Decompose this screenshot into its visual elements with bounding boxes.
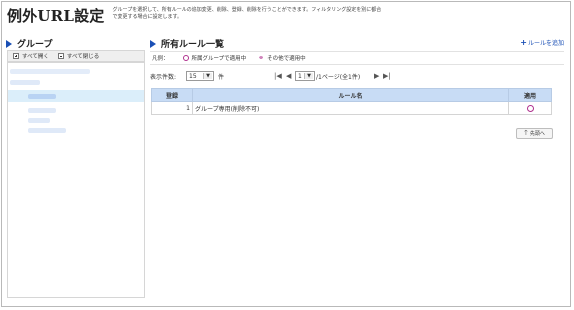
last-page-icon[interactable]: ▶| — [383, 72, 391, 80]
legend-item-group: 所属グループで適用中 — [182, 54, 247, 62]
collapse-all-label: すべて閉じる — [66, 54, 100, 60]
back-to-top-button[interactable]: 🡑 先頭へ — [516, 128, 553, 139]
table-header-row: 登録 ルール名 適用 — [151, 88, 552, 102]
applied-circle-icon — [526, 104, 534, 112]
plus-box-icon — [13, 53, 19, 59]
legend-item-other-label: その他で適用中 — [267, 56, 306, 62]
tree-item-selected-label — [28, 94, 56, 99]
plus-icon: + — [520, 38, 527, 47]
collapse-all-button[interactable]: すべて閉じる — [57, 52, 100, 60]
rows-per-page-unit: 件 — [218, 74, 225, 81]
page-description: グループを選択して、所有ルールの追加変更、削除、登録、削除を行うことができます。… — [112, 7, 382, 20]
expand-all-button[interactable]: すべて開く — [13, 52, 49, 60]
chevron-down-icon: ▼ — [304, 73, 313, 79]
rows-per-page-value: 15 — [189, 72, 197, 80]
chevron-down-icon: ▼ — [203, 73, 212, 79]
page-title: 例外URL設定 — [7, 7, 105, 25]
rows-per-page-label: 表示件数: — [150, 74, 177, 81]
list-controls: 表示件数: 15 ▼ 件 |◀ ◀ 1 ▼ /1ページ(全1件) ▶ ▶| — [150, 71, 564, 83]
link-icon: ⚭ — [258, 53, 265, 62]
row-number: 1 — [151, 101, 193, 115]
add-rule-label: ルールを追加 — [527, 40, 564, 47]
circle-icon — [182, 55, 189, 61]
page-select[interactable]: 1 ▼ — [295, 71, 315, 81]
legend-label: 凡例： — [152, 56, 169, 62]
table-row[interactable]: 1 グループ専用(削除不可) — [151, 101, 552, 115]
minus-box-icon — [57, 53, 64, 59]
rules-table: 登録 ルール名 適用 1 グループ専用(削除不可) — [151, 88, 552, 115]
page-select-value: 1 — [298, 72, 302, 80]
tree-toolbar: すべて開く すべて閉じる — [7, 50, 145, 62]
tree-item[interactable] — [28, 118, 50, 123]
tree-item[interactable] — [28, 128, 66, 133]
rule-name-cell[interactable]: グループ専用(削除不可) — [192, 101, 509, 115]
back-to-top-label: 先頭へ — [529, 131, 545, 137]
page-info: /1ページ(全1件) — [316, 74, 361, 81]
legend-item-group-label: 所属グループで適用中 — [191, 56, 247, 62]
apply-cell — [508, 101, 552, 115]
legend-item-other: ⚭ その他で適用中 — [258, 54, 305, 62]
legend-bar: 凡例： 所属グループで適用中 ⚭ その他で適用中 — [150, 51, 564, 65]
column-header-registration: 登録 — [151, 88, 193, 102]
arrow-up-icon: 🡑 — [524, 129, 528, 137]
tree-item-selected[interactable] — [8, 90, 144, 102]
rules-title: 所有ルール一覧 — [161, 40, 225, 50]
first-page-icon[interactable]: |◀ — [274, 72, 282, 80]
prev-page-icon[interactable]: ◀ — [286, 72, 291, 80]
add-rule-button[interactable]: + ルールを追加 — [520, 38, 564, 47]
triangle-right-icon — [6, 39, 12, 48]
column-header-apply: 適用 — [508, 88, 552, 102]
group-title: グループ — [17, 40, 53, 50]
column-header-rule-name: ルール名 — [192, 88, 509, 102]
tree-item-root[interactable] — [10, 69, 90, 74]
group-tree — [7, 62, 145, 298]
group-section-title: グループ — [6, 37, 52, 50]
triangle-right-icon — [150, 39, 156, 48]
tree-item[interactable] — [28, 108, 56, 113]
page-header: 例外URL設定 グループを選択して、所有ルールの追加変更、削除、登録、削除を行う… — [7, 6, 383, 28]
tree-item[interactable] — [10, 80, 40, 85]
expand-all-label: すべて開く — [22, 54, 49, 60]
rows-per-page-select[interactable]: 15 ▼ — [186, 71, 214, 81]
rules-section-title: 所有ルール一覧 — [150, 37, 224, 50]
next-page-icon[interactable]: ▶ — [374, 72, 379, 80]
